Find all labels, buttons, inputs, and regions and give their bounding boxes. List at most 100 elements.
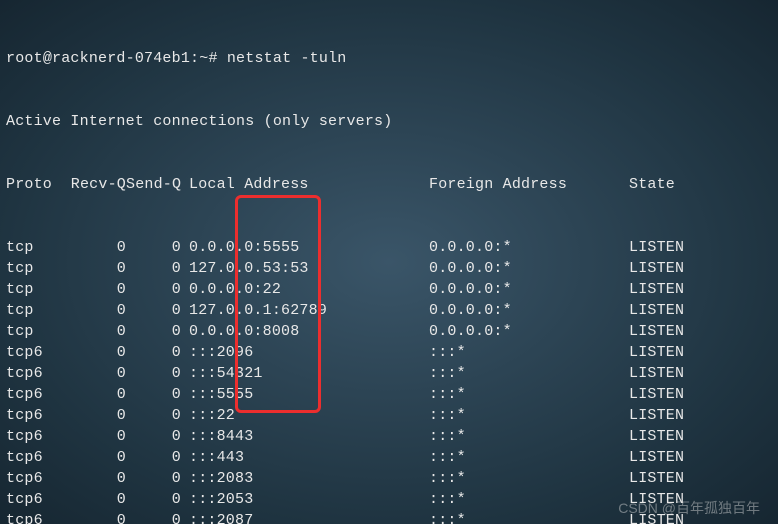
cell-state: LISTEN — [629, 258, 684, 279]
cell-proto: tcp6 — [6, 426, 66, 447]
cell-recvq: 0 — [66, 468, 126, 489]
cell-foreign: :::* — [429, 489, 629, 510]
cell-foreign: :::* — [429, 363, 629, 384]
header-state: State — [629, 174, 675, 195]
cell-state: LISTEN — [629, 510, 684, 524]
cell-sendq: 0 — [126, 489, 181, 510]
cell-state: LISTEN — [629, 447, 684, 468]
prompt-host: racknerd-074eb1 — [52, 50, 190, 67]
cell-state: LISTEN — [629, 489, 684, 510]
cell-recvq: 0 — [66, 426, 126, 447]
table-row: tcp000.0.0.0:80080.0.0.0:*LISTEN — [6, 321, 772, 342]
cell-proto: tcp — [6, 237, 66, 258]
table-row: tcp600:::5555:::*LISTEN — [6, 384, 772, 405]
cell-proto: tcp — [6, 321, 66, 342]
prompt-user: root — [6, 50, 43, 67]
prompt-symbol: # — [208, 50, 217, 67]
title-line: Active Internet connections (only server… — [6, 111, 772, 132]
cell-proto: tcp — [6, 258, 66, 279]
cell-recvq: 0 — [66, 237, 126, 258]
table-row: tcp600:::2053:::*LISTEN — [6, 489, 772, 510]
cell-proto: tcp6 — [6, 405, 66, 426]
cell-local: :::443 — [181, 447, 429, 468]
cell-foreign: :::* — [429, 447, 629, 468]
header-local: Local Address — [181, 174, 429, 195]
header-sendq: Send-Q — [126, 174, 181, 195]
cell-sendq: 0 — [126, 510, 181, 524]
cell-proto: tcp — [6, 300, 66, 321]
table-row: tcp00127.0.0.1:627890.0.0.0:*LISTEN — [6, 300, 772, 321]
cell-foreign: 0.0.0.0:* — [429, 321, 629, 342]
cell-foreign: :::* — [429, 468, 629, 489]
cell-recvq: 0 — [66, 489, 126, 510]
cell-proto: tcp6 — [6, 489, 66, 510]
cell-local: :::22 — [181, 405, 429, 426]
terminal-output: root@racknerd-074eb1:~# netstat -tuln Ac… — [0, 0, 778, 524]
table-row: tcp600:::443:::*LISTEN — [6, 447, 772, 468]
cell-sendq: 0 — [126, 258, 181, 279]
table-row: tcp000.0.0.0:220.0.0.0:*LISTEN — [6, 279, 772, 300]
cell-proto: tcp6 — [6, 384, 66, 405]
cell-foreign: 0.0.0.0:* — [429, 300, 629, 321]
cell-recvq: 0 — [66, 258, 126, 279]
cell-sendq: 0 — [126, 363, 181, 384]
cell-sendq: 0 — [126, 405, 181, 426]
prompt-line[interactable]: root@racknerd-074eb1:~# netstat -tuln — [6, 48, 772, 69]
header-recvq: Recv-Q — [66, 174, 126, 195]
cell-local: :::2087 — [181, 510, 429, 524]
cell-local: :::8443 — [181, 426, 429, 447]
cell-foreign: :::* — [429, 384, 629, 405]
cell-local: :::5555 — [181, 384, 429, 405]
cell-recvq: 0 — [66, 300, 126, 321]
cell-sendq: 0 — [126, 237, 181, 258]
cell-recvq: 0 — [66, 384, 126, 405]
cell-state: LISTEN — [629, 363, 684, 384]
cell-local: 0.0.0.0:8008 — [181, 321, 429, 342]
cell-foreign: 0.0.0.0:* — [429, 258, 629, 279]
cell-state: LISTEN — [629, 237, 684, 258]
cell-sendq: 0 — [126, 342, 181, 363]
cell-foreign: :::* — [429, 510, 629, 524]
rows-container: tcp000.0.0.0:55550.0.0.0:*LISTENtcp00127… — [6, 237, 772, 524]
cell-sendq: 0 — [126, 279, 181, 300]
cell-sendq: 0 — [126, 447, 181, 468]
cell-recvq: 0 — [66, 321, 126, 342]
cell-state: LISTEN — [629, 321, 684, 342]
cell-proto: tcp — [6, 279, 66, 300]
cell-proto: tcp6 — [6, 342, 66, 363]
cell-local: :::2083 — [181, 468, 429, 489]
cell-recvq: 0 — [66, 447, 126, 468]
command-text: netstat -tuln — [227, 50, 347, 67]
cell-local: 127.0.0.1:62789 — [181, 300, 429, 321]
cell-local: 0.0.0.0:5555 — [181, 237, 429, 258]
table-row: tcp600:::54321:::*LISTEN — [6, 363, 772, 384]
table-row: tcp600:::2087:::*LISTEN — [6, 510, 772, 524]
table-row: tcp600:::2096:::*LISTEN — [6, 342, 772, 363]
cell-sendq: 0 — [126, 384, 181, 405]
cell-recvq: 0 — [66, 279, 126, 300]
table-row: tcp600:::22:::*LISTEN — [6, 405, 772, 426]
header-foreign: Foreign Address — [429, 174, 629, 195]
cell-state: LISTEN — [629, 342, 684, 363]
cell-recvq: 0 — [66, 363, 126, 384]
cell-state: LISTEN — [629, 405, 684, 426]
cell-foreign: :::* — [429, 426, 629, 447]
cell-foreign: 0.0.0.0:* — [429, 279, 629, 300]
cell-recvq: 0 — [66, 342, 126, 363]
cell-sendq: 0 — [126, 426, 181, 447]
cell-foreign: 0.0.0.0:* — [429, 237, 629, 258]
cell-state: LISTEN — [629, 300, 684, 321]
cell-proto: tcp6 — [6, 468, 66, 489]
cell-local: :::54321 — [181, 363, 429, 384]
cell-local: :::2096 — [181, 342, 429, 363]
cell-proto: tcp6 — [6, 363, 66, 384]
cell-sendq: 0 — [126, 300, 181, 321]
cell-sendq: 0 — [126, 468, 181, 489]
cell-foreign: :::* — [429, 405, 629, 426]
cell-state: LISTEN — [629, 426, 684, 447]
cell-local: :::2053 — [181, 489, 429, 510]
cell-recvq: 0 — [66, 510, 126, 524]
table-row: tcp00127.0.0.53:530.0.0.0:*LISTEN — [6, 258, 772, 279]
cell-local: 127.0.0.53:53 — [181, 258, 429, 279]
cell-state: LISTEN — [629, 279, 684, 300]
